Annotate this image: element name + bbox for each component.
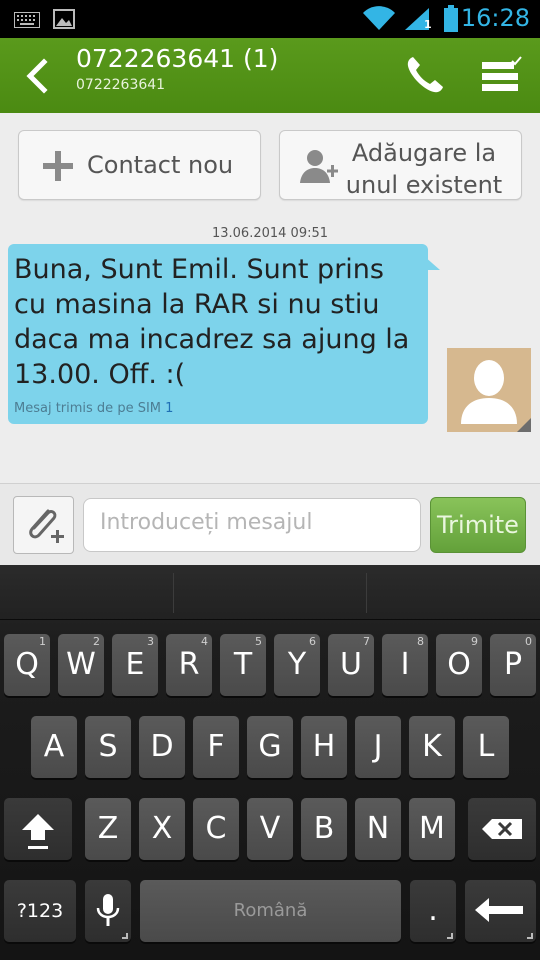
add-existing-line1: Adăugare la [351, 139, 497, 167]
status-bar: 1 16:28 [0, 0, 540, 38]
avatar-corner [517, 418, 531, 432]
wifi-icon [363, 6, 395, 30]
clock: 16:28 [460, 4, 530, 32]
action-bar: 0722263641 (1) 0722263641 [0, 38, 540, 113]
key-j[interactable]: J [355, 716, 401, 778]
microphone-key[interactable] [85, 880, 131, 942]
key-p[interactable]: P0 [490, 634, 536, 696]
backspace-key[interactable] [468, 798, 536, 860]
key-l[interactable]: L [463, 716, 509, 778]
conversation-title: 0722263641 (1) [76, 44, 279, 73]
keyboard: Q1 W2 E3 R4 T5 Y6 U7 I8 O9 P0 A S D F G … [0, 565, 540, 960]
key-q[interactable]: Q1 [4, 634, 50, 696]
contact-avatar[interactable] [447, 348, 531, 432]
image-icon [53, 9, 75, 29]
key-f[interactable]: F [193, 716, 239, 778]
phone-icon[interactable] [404, 54, 446, 96]
new-contact-label: Contact nou [87, 151, 234, 179]
suggestion-strip [0, 565, 540, 620]
battery-icon [444, 5, 458, 32]
bubble-tail [424, 256, 440, 270]
sim-label: Mesaj trimis de pe SIM [14, 401, 161, 416]
key-o[interactable]: O9 [436, 634, 482, 696]
key-corner-mark [447, 933, 453, 939]
new-contact-button[interactable]: Contact nou [18, 130, 261, 200]
period-key[interactable]: . [410, 880, 456, 942]
key-x[interactable]: X [139, 798, 185, 860]
add-to-existing-button[interactable]: Adăugare la unul existent [279, 130, 522, 200]
add-to-existing-label: Adăugare la unul existent [344, 137, 504, 201]
key-i[interactable]: I8 [382, 634, 428, 696]
suggestion-divider [366, 573, 367, 613]
shift-arrow-icon [22, 814, 54, 849]
attach-button[interactable] [13, 496, 74, 554]
key-b[interactable]: B [301, 798, 347, 860]
plus-icon [43, 151, 73, 181]
suggestion-divider [173, 573, 174, 613]
key-r[interactable]: R4 [166, 634, 212, 696]
conversation-area: Contact nou Adăugare la unul existent 13… [0, 113, 540, 483]
sim-number: 1 [165, 401, 174, 416]
add-existing-line2: unul existent [345, 171, 503, 199]
message-list-icon[interactable] [478, 56, 522, 96]
keyboard-icon [14, 12, 40, 28]
enter-key[interactable] [465, 880, 536, 942]
back-arrow-icon[interactable] [22, 58, 52, 94]
paperclip-plus-icon [29, 509, 64, 543]
key-e[interactable]: E3 [112, 634, 158, 696]
key-n[interactable]: N [355, 798, 401, 860]
add-person-icon [300, 150, 338, 183]
message-input[interactable]: Introduceți mesajul [83, 498, 421, 552]
compose-bar: Introduceți mesajul Trimite [0, 483, 540, 565]
signal-sim-label: 1 [424, 18, 432, 31]
key-z[interactable]: Z [85, 798, 131, 860]
key-t[interactable]: T5 [220, 634, 266, 696]
key-c[interactable]: C [193, 798, 239, 860]
key-corner-mark [122, 933, 128, 939]
key-d[interactable]: D [139, 716, 185, 778]
key-s[interactable]: S [85, 716, 131, 778]
key-a[interactable]: A [31, 716, 77, 778]
key-corner-mark [527, 933, 533, 939]
message-text: Buna, Sunt Emil. Sunt prins cu masina la… [14, 254, 410, 390]
sim-info: Mesaj trimis de pe SIM 1 [14, 401, 173, 416]
key-v[interactable]: V [247, 798, 293, 860]
space-key[interactable]: Română [140, 880, 401, 942]
shift-key[interactable] [4, 798, 72, 860]
key-h[interactable]: H [301, 716, 347, 778]
symbols-key[interactable]: ?123 [4, 880, 76, 942]
enter-arrow-icon [475, 898, 523, 922]
backspace-icon [482, 819, 522, 839]
key-g[interactable]: G [247, 716, 293, 778]
message-bubble[interactable]: Buna, Sunt Emil. Sunt prins cu masina la… [8, 244, 440, 424]
key-m[interactable]: M [409, 798, 455, 860]
key-k[interactable]: K [409, 716, 455, 778]
conversation-subtitle: 0722263641 [76, 77, 166, 93]
message-date: 13.06.2014 09:51 [211, 226, 329, 241]
key-y[interactable]: Y6 [274, 634, 320, 696]
send-button[interactable]: Trimite [430, 497, 526, 553]
key-w[interactable]: W2 [58, 634, 104, 696]
key-u[interactable]: U7 [328, 634, 374, 696]
